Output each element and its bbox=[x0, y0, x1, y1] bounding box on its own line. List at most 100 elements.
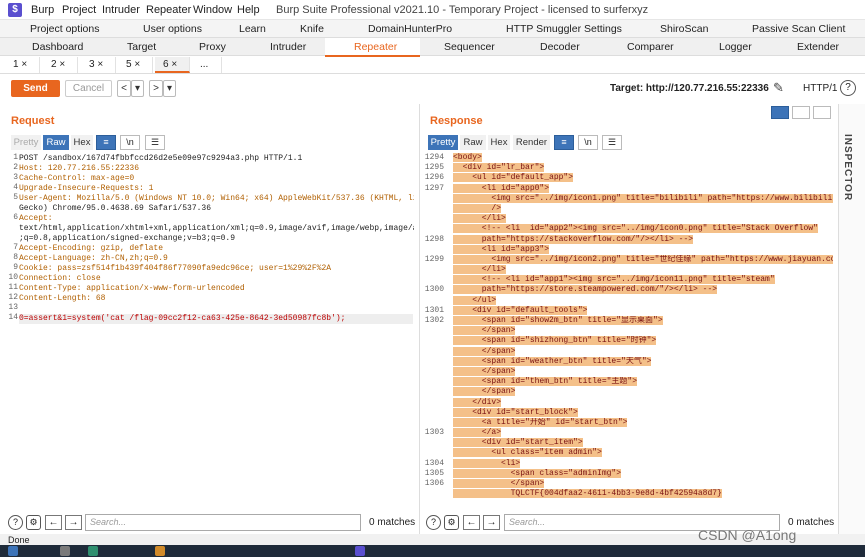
response-line: <span id="them_btn" title="主题"> bbox=[453, 377, 833, 387]
tab-user-options[interactable]: User options bbox=[143, 23, 202, 35]
response-render-tab[interactable]: Render bbox=[513, 135, 550, 150]
response-search-prev-icon[interactable]: ← bbox=[463, 515, 480, 530]
response-line-text: </span> bbox=[453, 366, 516, 376]
tab-learn[interactable]: Learn bbox=[239, 23, 266, 35]
response-hex-tab[interactable]: Hex bbox=[488, 135, 510, 150]
request-line: Cookie: pass=zsf514f1b439f404f86f77090fa… bbox=[19, 264, 332, 273]
menu-project[interactable]: Project bbox=[62, 4, 96, 16]
response-line: <!-- <li id="app1"><img src="../img/icon… bbox=[453, 275, 833, 285]
request-line-number: 14 bbox=[8, 313, 18, 322]
response-search-next-icon[interactable]: → bbox=[483, 515, 500, 530]
response-line-number bbox=[424, 275, 444, 285]
wrap-lines-icon[interactable]: ≡ bbox=[96, 135, 116, 150]
response-body[interactable]: <body> <div id="lr_bar"> <ul id="default… bbox=[453, 153, 833, 508]
forward-dropdown-icon[interactable]: ▾ bbox=[163, 80, 176, 97]
tab-comparer[interactable]: Comparer bbox=[627, 41, 674, 53]
pane-divider[interactable] bbox=[419, 104, 420, 534]
response-line: <div id="start_block"> bbox=[453, 407, 833, 418]
response-line-number: 1303 bbox=[424, 428, 444, 438]
request-line: Accept-Language: zh-CN,zh;q=0.9 bbox=[19, 254, 168, 263]
split-horizontal-icon[interactable] bbox=[771, 106, 789, 119]
response-editor[interactable]: 1294 1295 1296 1297 1298 1299 1300 1301 1302 1303… bbox=[424, 153, 834, 508]
inspector-panel[interactable]: INSPECTOR bbox=[838, 104, 865, 534]
request-raw-tab[interactable]: Raw bbox=[43, 135, 69, 150]
search-icon[interactable] bbox=[60, 546, 70, 556]
request-help-icon[interactable]: ? bbox=[8, 515, 23, 530]
response-wrap-lines-icon[interactable]: ≡ bbox=[554, 135, 574, 150]
request-search-prev-icon[interactable]: ← bbox=[45, 515, 62, 530]
status-text: Done bbox=[8, 535, 30, 545]
subtab-more[interactable]: ... bbox=[192, 57, 222, 73]
request-body[interactable]: POST /sandbox/167d74fbbfccd26d2e5e09e97c… bbox=[19, 154, 414, 324]
edge-icon[interactable] bbox=[88, 546, 98, 556]
watermark: CSDN @A1ong bbox=[698, 527, 797, 543]
response-line-number bbox=[424, 204, 444, 214]
tab-sequencer[interactable]: Sequencer bbox=[444, 41, 495, 53]
forward-button[interactable]: > bbox=[149, 80, 163, 97]
edit-target-pencil-icon[interactable]: ✎ bbox=[773, 80, 784, 96]
back-dropdown-icon[interactable]: ▾ bbox=[131, 80, 144, 97]
help-icon[interactable]: ? bbox=[840, 80, 856, 96]
response-help-icon[interactable]: ? bbox=[426, 515, 441, 530]
subtab-3[interactable]: 3 × bbox=[81, 57, 116, 73]
request-settings-gear-icon[interactable]: ⚙ bbox=[26, 515, 41, 530]
subtab-6[interactable]: 6 × bbox=[155, 57, 190, 73]
request-search-next-icon[interactable]: → bbox=[65, 515, 82, 530]
response-raw-tab[interactable]: Raw bbox=[460, 135, 486, 150]
subtab-2[interactable]: 2 × bbox=[43, 57, 78, 73]
request-editor[interactable]: 1 2 3 4 5 6 7 8 9 10 11 12 13 14 POST /sandbox/167d74… bbox=[6, 153, 414, 508]
show-newlines-icon[interactable]: \n bbox=[120, 135, 140, 150]
request-line: Content-Length: 68 bbox=[19, 294, 106, 303]
menu-window[interactable]: Window bbox=[193, 4, 232, 16]
tab-dashboard[interactable]: Dashboard bbox=[32, 41, 83, 53]
request-search-input[interactable]: Search... bbox=[85, 514, 361, 531]
split-vertical-icon[interactable] bbox=[792, 106, 810, 119]
response-line-text: <!-- <li id="app2"><img src="../img/icon… bbox=[453, 224, 818, 234]
menu-intruder[interactable]: Intruder bbox=[102, 4, 140, 16]
tab-passive-scan-client[interactable]: Passive Scan Client bbox=[752, 23, 845, 35]
response-line-number: 1300 bbox=[424, 285, 444, 295]
request-line: Accept: bbox=[19, 214, 53, 223]
response-line-number bbox=[424, 224, 444, 234]
tab-knife[interactable]: Knife bbox=[300, 23, 324, 35]
response-show-newlines-icon[interactable]: \n bbox=[578, 135, 598, 150]
request-hex-tab[interactable]: Hex bbox=[71, 135, 93, 150]
response-pretty-tab[interactable]: Pretty bbox=[428, 135, 458, 150]
tab-shiroscan[interactable]: ShiroScan bbox=[660, 23, 708, 35]
tab-logger[interactable]: Logger bbox=[719, 41, 752, 53]
tab-intruder[interactable]: Intruder bbox=[270, 41, 306, 53]
menu-help[interactable]: Help bbox=[237, 4, 260, 16]
tab-extender[interactable]: Extender bbox=[797, 41, 839, 53]
tab-http-smuggler-settings[interactable]: HTTP Smuggler Settings bbox=[506, 23, 622, 35]
tabbed-layout-icon[interactable] bbox=[813, 106, 831, 119]
request-line-number: 3 bbox=[13, 173, 18, 182]
response-line: <span id="shizhong_btn" title="时钟"> bbox=[453, 336, 833, 346]
request-pretty-tab[interactable]: Pretty bbox=[11, 135, 41, 150]
tab-project-options[interactable]: Project options bbox=[30, 23, 99, 35]
request-menu-icon[interactable]: ☰ bbox=[145, 135, 165, 150]
request-line-number bbox=[6, 233, 18, 243]
response-menu-icon[interactable]: ☰ bbox=[602, 135, 622, 150]
http-version-label[interactable]: HTTP/1 bbox=[803, 83, 837, 94]
tab-target[interactable]: Target bbox=[127, 41, 156, 53]
tab-domainhunterpro[interactable]: DomainHunterPro bbox=[368, 23, 452, 35]
send-button[interactable]: Send bbox=[11, 80, 60, 97]
tab-repeater[interactable]: Repeater bbox=[354, 41, 397, 53]
subtab-5[interactable]: 5 × bbox=[118, 57, 153, 73]
start-icon[interactable] bbox=[8, 546, 18, 556]
burp-taskbar-icon[interactable] bbox=[355, 546, 365, 556]
request-line-number: 8 bbox=[13, 253, 18, 262]
response-line: /> bbox=[453, 203, 833, 214]
response-settings-gear-icon[interactable]: ⚙ bbox=[444, 515, 459, 530]
response-line-number bbox=[424, 357, 444, 367]
back-button[interactable]: < bbox=[117, 80, 131, 97]
cancel-button[interactable]: Cancel bbox=[65, 80, 112, 97]
menu-burp[interactable]: Burp bbox=[31, 4, 54, 16]
response-line-text: <span id="shizhong_btn" title="时钟"> bbox=[453, 336, 657, 346]
tab-proxy[interactable]: Proxy bbox=[199, 41, 226, 53]
response-line-number: 1296 bbox=[424, 173, 444, 183]
subtab-1[interactable]: 1 × bbox=[5, 57, 40, 73]
explorer-icon[interactable] bbox=[155, 546, 165, 556]
menu-repeater[interactable]: Repeater bbox=[146, 4, 191, 16]
tab-decoder[interactable]: Decoder bbox=[540, 41, 580, 53]
